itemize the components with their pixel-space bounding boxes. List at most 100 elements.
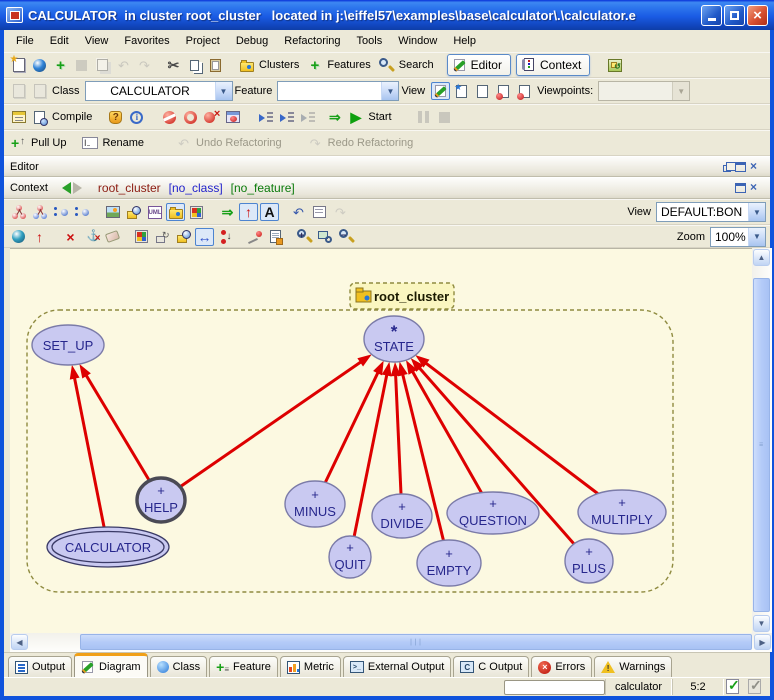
- force-view-icon[interactable]: [187, 203, 206, 221]
- step-into-icon[interactable]: [256, 108, 275, 126]
- close-button[interactable]: ×: [747, 5, 768, 26]
- tab-diagram[interactable]: Diagram: [74, 653, 148, 677]
- new-tab-icon[interactable]: +: [51, 56, 70, 74]
- menu-tools[interactable]: Tools: [349, 32, 391, 50]
- open-file-icon[interactable]: [30, 56, 49, 74]
- eraser-icon[interactable]: [103, 228, 122, 246]
- diagram-view-combobox-arrow-icon[interactable]: ▼: [748, 203, 765, 221]
- status-input[interactable]: [504, 680, 605, 695]
- diagram-node-MULTIPLY[interactable]: +MULTIPLY: [578, 490, 666, 534]
- rename-icon[interactable]: I...: [80, 134, 99, 152]
- melt-icon[interactable]: [9, 108, 28, 126]
- new-development-window-icon[interactable]: ↺: [605, 56, 624, 74]
- flat-view-button[interactable]: [473, 82, 492, 100]
- diagram-undo-icon[interactable]: ↶: [289, 203, 308, 221]
- editor-maximize-icon[interactable]: [735, 162, 746, 172]
- tab-external-output[interactable]: >_External Output: [343, 656, 451, 677]
- client-links-icon[interactable]: [72, 203, 91, 221]
- inheritance-arrow[interactable]: [85, 373, 150, 481]
- search-label[interactable]: Search: [397, 59, 439, 71]
- new-window-icon[interactable]: ★: [9, 56, 28, 74]
- redo-icon[interactable]: ↷: [135, 56, 154, 74]
- menu-debug[interactable]: Debug: [228, 32, 276, 50]
- context-path[interactable]: root_cluster: [90, 181, 169, 195]
- search-icon[interactable]: [377, 56, 396, 74]
- class-view-icon[interactable]: [124, 203, 143, 221]
- menu-help[interactable]: Help: [445, 32, 484, 50]
- save-all-icon[interactable]: [93, 56, 112, 74]
- feature-combobox[interactable]: ▼: [277, 81, 399, 101]
- diagram-node-DIVIDE[interactable]: +DIVIDE: [372, 494, 432, 538]
- crop-icon[interactable]: [174, 228, 193, 246]
- start-icon[interactable]: ▶: [346, 108, 365, 126]
- horizontal-scroll-thumb[interactable]: ∣∣∣: [80, 634, 752, 650]
- pull-up-label[interactable]: Pull Up: [29, 137, 71, 149]
- uml-view-icon[interactable]: UML: [145, 203, 164, 221]
- menu-window[interactable]: Window: [390, 32, 445, 50]
- diagram-node-QUESTION[interactable]: +QUESTION: [447, 492, 539, 534]
- editor-close-icon[interactable]: ×: [750, 161, 764, 173]
- scroll-down-icon[interactable]: ▼: [753, 615, 770, 632]
- features-label[interactable]: Features: [325, 59, 375, 71]
- tab-c-output[interactable]: CC Output: [453, 656, 529, 677]
- debug-dialog-icon[interactable]: [223, 108, 242, 126]
- delete-icon[interactable]: ×: [61, 228, 80, 246]
- menu-view[interactable]: View: [77, 32, 117, 50]
- enable-breakpoints-icon[interactable]: [160, 108, 179, 126]
- create-link-icon[interactable]: ⇒: [218, 203, 237, 221]
- tab-feature[interactable]: +≡Feature: [209, 656, 278, 677]
- contract-view-button[interactable]: [494, 82, 513, 100]
- inheritance-arrow[interactable]: [325, 370, 379, 483]
- run-to-cursor-icon[interactable]: ⇒: [325, 108, 344, 126]
- context-back-icon[interactable]: [56, 182, 71, 194]
- tab-output[interactable]: Output: [8, 656, 72, 677]
- text-view-button[interactable]: [431, 82, 450, 100]
- diagram-node-PLUS[interactable]: +PLUS: [565, 539, 613, 583]
- save-icon[interactable]: [72, 56, 91, 74]
- remove-anchor-icon[interactable]: ⚓×: [82, 228, 101, 246]
- context-forward-icon[interactable]: [73, 182, 88, 194]
- viewpoints-combobox-arrow-icon[interactable]: ▼: [672, 82, 689, 100]
- clusters-label[interactable]: Clusters: [257, 59, 304, 71]
- menu-refactoring[interactable]: Refactoring: [276, 32, 348, 50]
- finalize-icon[interactable]: ?: [106, 108, 125, 126]
- features-icon[interactable]: +: [305, 56, 324, 74]
- diagram-node-STATE[interactable]: *STATE: [364, 316, 424, 362]
- horizontal-scrollbar[interactable]: ◀ ∣∣∣ ▶: [10, 633, 772, 652]
- cluster-relations-icon[interactable]: [30, 203, 49, 221]
- supplier-links-icon[interactable]: [51, 203, 70, 221]
- scroll-left-icon[interactable]: ◀: [11, 634, 28, 650]
- tab-class[interactable]: Class: [150, 656, 208, 677]
- scroll-right-icon[interactable]: ▶: [754, 634, 771, 650]
- context-maximize-icon[interactable]: [735, 183, 746, 193]
- menu-edit[interactable]: Edit: [42, 32, 77, 50]
- tab-metric[interactable]: Metric: [280, 656, 341, 677]
- disable-breakpoints-icon[interactable]: [181, 108, 200, 126]
- interface-view-button[interactable]: [515, 82, 534, 100]
- editor-button[interactable]: Editor: [447, 54, 511, 76]
- inheritance-link-icon[interactable]: ↑: [239, 203, 258, 221]
- pull-up-icon[interactable]: +↑: [9, 134, 28, 152]
- class-combobox[interactable]: CALCULATOR▼: [85, 81, 233, 101]
- tab-errors[interactable]: ×Errors: [531, 656, 592, 677]
- diagram-redo-icon[interactable]: ↷: [331, 203, 350, 221]
- export-image-icon[interactable]: [103, 203, 122, 221]
- diagram-history-icon[interactable]: [310, 203, 329, 221]
- cluster-label[interactable]: root_cluster: [374, 289, 449, 304]
- tab-warnings[interactable]: !Warnings: [594, 656, 672, 677]
- redo-refactoring-icon[interactable]: ↷: [306, 134, 325, 152]
- inheritance-relations-icon[interactable]: [9, 203, 28, 221]
- undo-refactoring-icon[interactable]: ↶: [174, 134, 193, 152]
- minimize-button[interactable]: [701, 5, 722, 26]
- menu-file[interactable]: File: [8, 32, 42, 50]
- vertical-scrollbar[interactable]: ▲ ≡ ▼: [752, 248, 772, 633]
- diagram-node-MINUS[interactable]: +MINUS: [285, 481, 345, 527]
- text-label-icon[interactable]: A: [260, 203, 279, 221]
- cut-icon[interactable]: ✂: [164, 56, 183, 74]
- stop-icon[interactable]: [435, 108, 454, 126]
- diagram-node-EMPTY[interactable]: +EMPTY: [417, 540, 481, 586]
- diagram-canvas[interactable]: root_clusterSET_UP*STATE+HELPCALCULATOR+…: [10, 248, 752, 633]
- freeze-icon[interactable]: [30, 108, 49, 126]
- rename-label[interactable]: Rename: [100, 137, 149, 149]
- undo-icon[interactable]: ↶: [114, 56, 133, 74]
